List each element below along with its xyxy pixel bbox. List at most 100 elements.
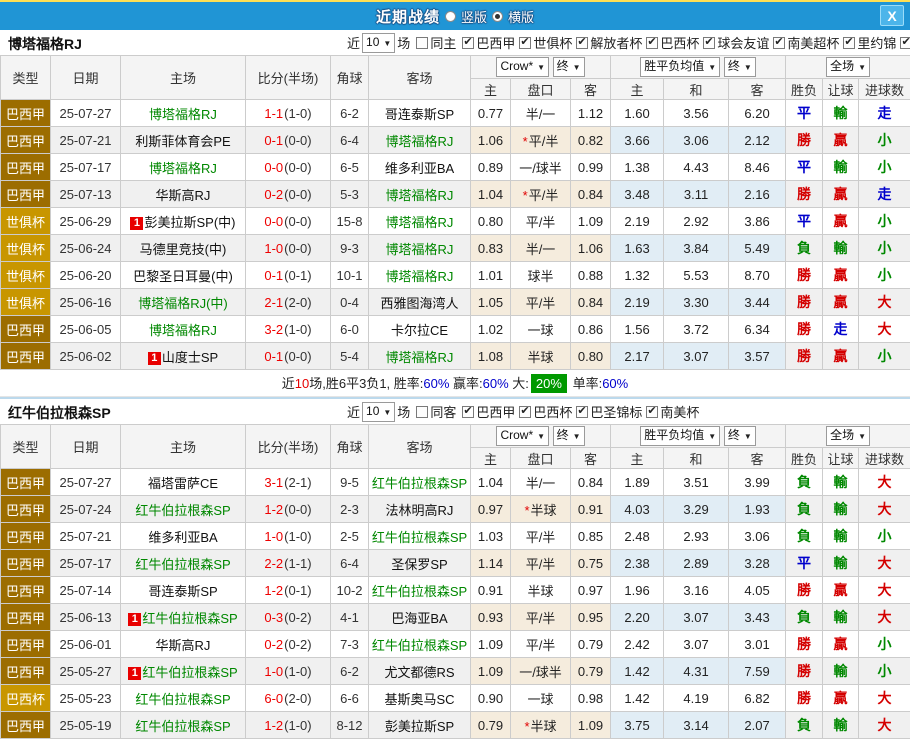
radio-vertical-label[interactable]: 竖版 — [461, 7, 487, 26]
checkbox-icon[interactable] — [576, 406, 588, 418]
avg-away-odds: 3.57 — [729, 343, 786, 370]
checkbox-icon[interactable] — [773, 37, 785, 49]
close-button[interactable]: X — [880, 5, 904, 26]
match-date: 25-06-29 — [51, 208, 121, 235]
radio-horizontal-layout[interactable] — [492, 11, 503, 22]
result-handicap: 贏 — [823, 631, 859, 658]
avg-odds-select[interactable]: 胜平负均值 — [640, 57, 720, 77]
handicap-line: 一球 — [511, 316, 571, 343]
match-row: 巴西甲 25-07-14 哥连泰斯SP 1-2(0-1) 10-2 红牛伯拉根森… — [1, 577, 910, 604]
corner-count: 6-0 — [331, 316, 369, 343]
home-team-name: 博塔福格RJ — [149, 161, 217, 176]
checkbox-icon[interactable] — [646, 406, 658, 418]
checkbox-icon[interactable] — [646, 37, 658, 49]
odds-final-select[interactable]: 终 — [553, 426, 585, 446]
checkbox-icon[interactable] — [416, 37, 428, 49]
result-handicap: 贏 — [823, 289, 859, 316]
avg-home-odds: 3.66 — [611, 127, 664, 154]
home-team-name: 博塔福格RJ(中) — [138, 296, 228, 311]
checkbox-icon[interactable] — [462, 37, 474, 49]
near-label: 近 — [347, 33, 360, 52]
league-filter-checkbox[interactable]: 巴西杯 — [646, 33, 699, 52]
league-filter-checkbox[interactable]: 球会友谊 — [703, 33, 769, 52]
games-count-select[interactable]: 10 — [362, 33, 395, 53]
games-count-select[interactable]: 10 — [362, 402, 395, 422]
odds-provider-select[interactable]: Crow* — [496, 57, 549, 77]
handicap-away-odds: 0.79 — [571, 658, 611, 685]
avg-draw-odds: 3.29 — [664, 496, 729, 523]
odds-final-select[interactable]: 终 — [553, 57, 585, 77]
avg-final-select[interactable]: 终 — [724, 426, 756, 446]
league-filter-label: 世俱杯 — [533, 33, 572, 52]
subcol-result-goals: 进球数 — [859, 448, 910, 469]
league-filter-checkbox[interactable]: 世俱杯 — [519, 33, 572, 52]
scope-select[interactable]: 全场 — [826, 426, 870, 446]
league-filter-checkbox[interactable]: 南美超杯 — [773, 33, 839, 52]
radio-horizontal-label[interactable]: 横版 — [508, 7, 534, 26]
scope-select[interactable]: 全场 — [826, 57, 870, 77]
league-filter-checkbox[interactable]: 巴超杯 — [900, 33, 910, 52]
title-group: 近期战绩 竖版 横版 — [376, 6, 534, 27]
match-date: 25-06-20 — [51, 262, 121, 289]
home-team-cell: 马德里竞技(中) — [121, 235, 246, 262]
score-cell: 0-1(0-0) — [246, 127, 331, 154]
avg-draw-odds: 2.89 — [664, 550, 729, 577]
avg-away-odds: 8.46 — [729, 154, 786, 181]
checkbox-icon[interactable] — [576, 37, 588, 49]
away-team-cell: 彭美拉斯SP — [369, 712, 471, 739]
league-filter-checkbox[interactable]: 巴西甲 — [462, 33, 515, 52]
home-team-cell: 1彭美拉斯SP(中) — [121, 208, 246, 235]
checkbox-icon[interactable] — [519, 37, 531, 49]
match-row: 世俱杯 25-06-20 巴黎圣日耳曼(中) 0-1(0-1) 10-1 博塔福… — [1, 262, 910, 289]
away-team-cell: 博塔福格RJ — [369, 181, 471, 208]
league-filter-checkbox[interactable]: 巴圣锦标 — [576, 402, 642, 421]
league-filter-checkbox[interactable]: 里约锦 — [843, 33, 896, 52]
subcol-handicap: 盘口 — [511, 79, 571, 100]
handicap-line: 一球 — [511, 685, 571, 712]
odds-provider-select[interactable]: Crow* — [496, 426, 549, 446]
away-team-name: 基斯奥马SC — [384, 692, 454, 707]
away-team-cell: 红牛伯拉根森SP — [369, 523, 471, 550]
fulltime-score: 0-2 — [264, 637, 283, 652]
league-filter-checkbox[interactable]: 巴西甲 — [462, 402, 515, 421]
home-team-cell: 博塔福格RJ — [121, 100, 246, 127]
checkbox-icon[interactable] — [416, 406, 428, 418]
red-card-badge: 1 — [148, 352, 161, 365]
league-filter-checkbox[interactable]: 南美杯 — [646, 402, 699, 421]
checkbox-icon[interactable] — [519, 406, 531, 418]
radio-vertical-layout[interactable] — [445, 11, 456, 22]
league-type-badge: 巴西甲 — [1, 550, 51, 577]
away-team-name: 博塔福格RJ — [386, 269, 454, 284]
same-venue-filter[interactable]: 同主 — [416, 33, 456, 52]
col-header-corners: 角球 — [331, 425, 369, 469]
avg-final-select[interactable]: 终 — [724, 57, 756, 77]
result-handicap: 贏 — [823, 685, 859, 712]
halftime-score: (0-0) — [284, 349, 311, 364]
checkbox-icon[interactable] — [843, 37, 855, 49]
league-type-badge: 巴西杯 — [1, 685, 51, 712]
league-type-badge: 世俱杯 — [1, 262, 51, 289]
same-venue-filter[interactable]: 同客 — [416, 402, 456, 421]
checkbox-icon[interactable] — [462, 406, 474, 418]
away-team-cell: 博塔福格RJ — [369, 208, 471, 235]
fulltime-score: 0-1 — [264, 268, 283, 283]
checkbox-icon[interactable] — [900, 37, 910, 49]
league-filter-label: 南美杯 — [660, 402, 699, 421]
result-wdl: 勝 — [786, 127, 823, 154]
match-date: 25-06-01 — [51, 631, 121, 658]
league-filter-checkbox[interactable]: 巴西杯 — [519, 402, 572, 421]
home-team-name: 山度士SP — [162, 350, 218, 365]
avg-draw-odds: 4.19 — [664, 685, 729, 712]
avg-odds-select[interactable]: 胜平负均值 — [640, 426, 720, 446]
result-goals: 小 — [859, 154, 910, 181]
home-team-cell: 红牛伯拉根森SP — [121, 550, 246, 577]
scope-value: 全场 — [830, 59, 854, 73]
handicap-text: 平/半 — [526, 557, 556, 572]
corner-count: 9-3 — [331, 235, 369, 262]
match-date: 25-07-21 — [51, 127, 121, 154]
handicap-text: 平/半 — [526, 215, 556, 230]
result-scope-header: 全场 — [786, 56, 910, 79]
checkbox-icon[interactable] — [703, 37, 715, 49]
home-team-cell: 红牛伯拉根森SP — [121, 685, 246, 712]
league-filter-checkbox[interactable]: 解放者杯 — [576, 33, 642, 52]
